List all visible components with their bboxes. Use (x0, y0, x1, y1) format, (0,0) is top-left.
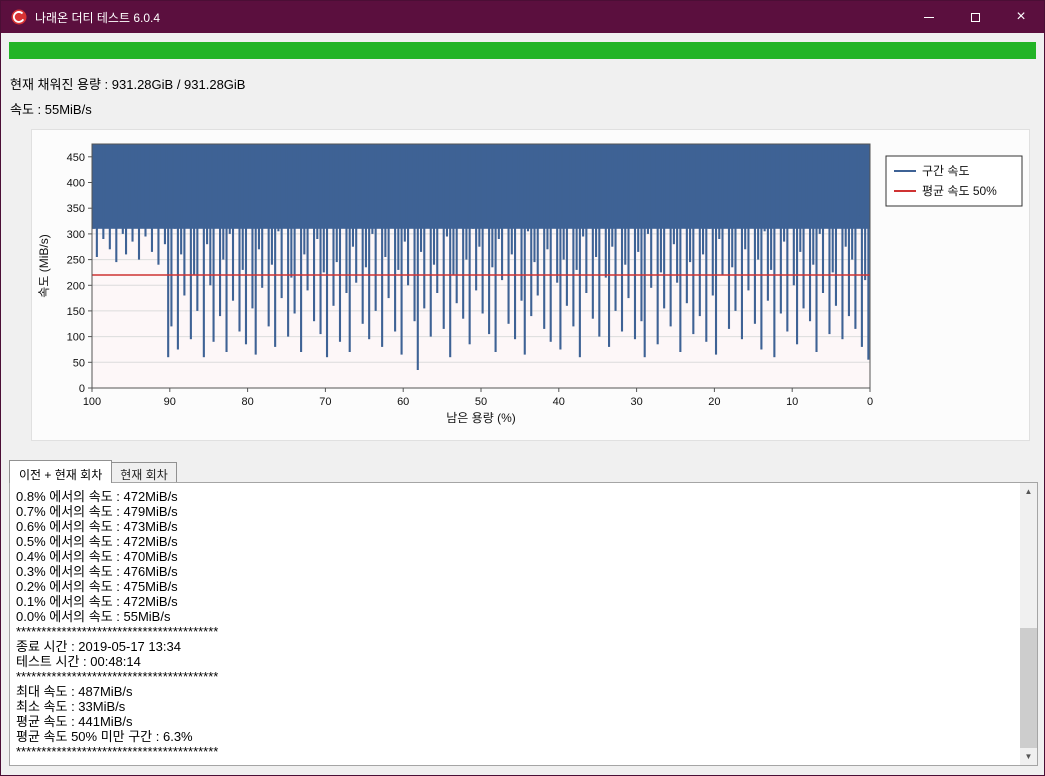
log-line: **************************************** (16, 624, 219, 639)
log-lines[interactable]: 0.8% 에서의 속도 : 472MiB/s 0.7% 에서의 속도 : 479M… (10, 483, 1019, 765)
capacity-status-label: 현재 채워진 용량 : 931.28GiB / 931.28GiB (10, 77, 246, 92)
window-controls: × (906, 1, 1044, 33)
app-window: 나래온 더티 테스트 6.0.4 × 현재 채워진 용량 : 931.28GiB… (0, 0, 1045, 776)
svg-text:속도 (MiB/s): 속도 (MiB/s) (37, 234, 51, 297)
log-line: 평균 속도 50% 미만 구간 : 6.3% (16, 729, 193, 744)
log-panel: 0.8% 에서의 속도 : 472MiB/s 0.7% 에서의 속도 : 479M… (9, 482, 1038, 766)
minimize-icon (924, 16, 934, 18)
log-line: 0.8% 에서의 속도 : 472MiB/s (16, 489, 178, 504)
svg-text:60: 60 (397, 396, 409, 408)
log-line: 테스트 시간 : 00:48:14 (16, 654, 141, 669)
log-line: 0.3% 에서의 속도 : 476MiB/s (16, 564, 178, 579)
speed-chart-panel: 0 50 100 150 200 250 300 350 400 450 100 90 80 70 60 50… (31, 129, 1030, 441)
log-line: 최대 속도 : 487MiB/s (16, 684, 133, 699)
svg-text:100: 100 (83, 396, 101, 408)
log-scrollbar[interactable]: ▲ ▼ (1020, 483, 1037, 765)
log-line: **************************************** (16, 669, 219, 684)
svg-text:평균 속도 50%: 평균 속도 50% (922, 184, 997, 198)
svg-text:150: 150 (67, 306, 85, 318)
svg-text:200: 200 (67, 280, 85, 292)
svg-text:구간 속도: 구간 속도 (922, 164, 970, 178)
svg-text:400: 400 (67, 178, 85, 190)
svg-text:0: 0 (79, 383, 85, 395)
minimize-button[interactable] (906, 1, 952, 33)
svg-text:450: 450 (67, 152, 85, 164)
svg-text:70: 70 (319, 396, 331, 408)
svg-text:250: 250 (67, 255, 85, 267)
log-line: 0.2% 에서의 속도 : 475MiB/s (16, 579, 178, 594)
tab-previous-plus-current[interactable]: 이전 + 현재 회차 (9, 460, 113, 483)
log-line: **************************************** (16, 744, 219, 759)
log-line: 0.4% 에서의 속도 : 470MiB/s (16, 549, 178, 564)
log-line: 0.1% 에서의 속도 : 472MiB/s (16, 594, 178, 609)
log-line: 0.5% 에서의 속도 : 472MiB/s (16, 534, 178, 549)
result-tabs: 이전 + 현재 회차 현재 회차 (9, 460, 177, 483)
close-button[interactable]: × (998, 1, 1044, 33)
svg-text:남은 용량 (%): 남은 용량 (%) (446, 411, 516, 425)
speed-chart: 050100150200250300350400450100 90 80 70 60 50… (37, 143, 1023, 425)
scrollbar-thumb[interactable] (1020, 628, 1037, 748)
app-logo-icon (11, 9, 27, 25)
log-line: 0.7% 에서의 속도 : 479MiB/s (16, 504, 178, 519)
svg-text:30: 30 (630, 396, 642, 408)
log-line: 최소 속도 : 33MiB/s (16, 699, 126, 714)
log-line: 0.6% 에서의 속도 : 473MiB/s (16, 519, 178, 534)
svg-text:0: 0 (867, 396, 873, 408)
scroll-up-icon[interactable]: ▲ (1020, 483, 1037, 500)
fill-progressbar (9, 42, 1036, 59)
svg-text:90: 90 (164, 396, 176, 408)
titlebar: 나래온 더티 테스트 6.0.4 × (1, 1, 1044, 33)
window-title: 나래온 더티 테스트 6.0.4 (35, 10, 161, 25)
progressbar-fill (9, 42, 1036, 59)
maximize-icon (970, 12, 980, 22)
maximize-button[interactable] (952, 1, 998, 33)
log-line: 0.0% 에서의 속도 : 55MiB/s (16, 609, 171, 624)
log-line: 종료 시간 : 2019-05-17 13:34 (16, 639, 181, 654)
svg-text:350: 350 (67, 203, 85, 215)
svg-text:40: 40 (553, 396, 565, 408)
speed-status-label: 속도 : 55MiB/s (10, 102, 92, 117)
log-line: 평균 속도 : 441MiB/s (16, 714, 133, 729)
svg-text:300: 300 (67, 229, 85, 241)
tab-current-round[interactable]: 현재 회차 (111, 462, 177, 482)
svg-text:100: 100 (67, 332, 85, 344)
svg-text:50: 50 (73, 357, 85, 369)
svg-text:20: 20 (708, 396, 720, 408)
svg-text:10: 10 (786, 396, 798, 408)
svg-text:50: 50 (475, 396, 487, 408)
svg-text:80: 80 (241, 396, 253, 408)
scroll-down-icon[interactable]: ▼ (1020, 748, 1037, 765)
close-icon: × (1016, 8, 1026, 25)
